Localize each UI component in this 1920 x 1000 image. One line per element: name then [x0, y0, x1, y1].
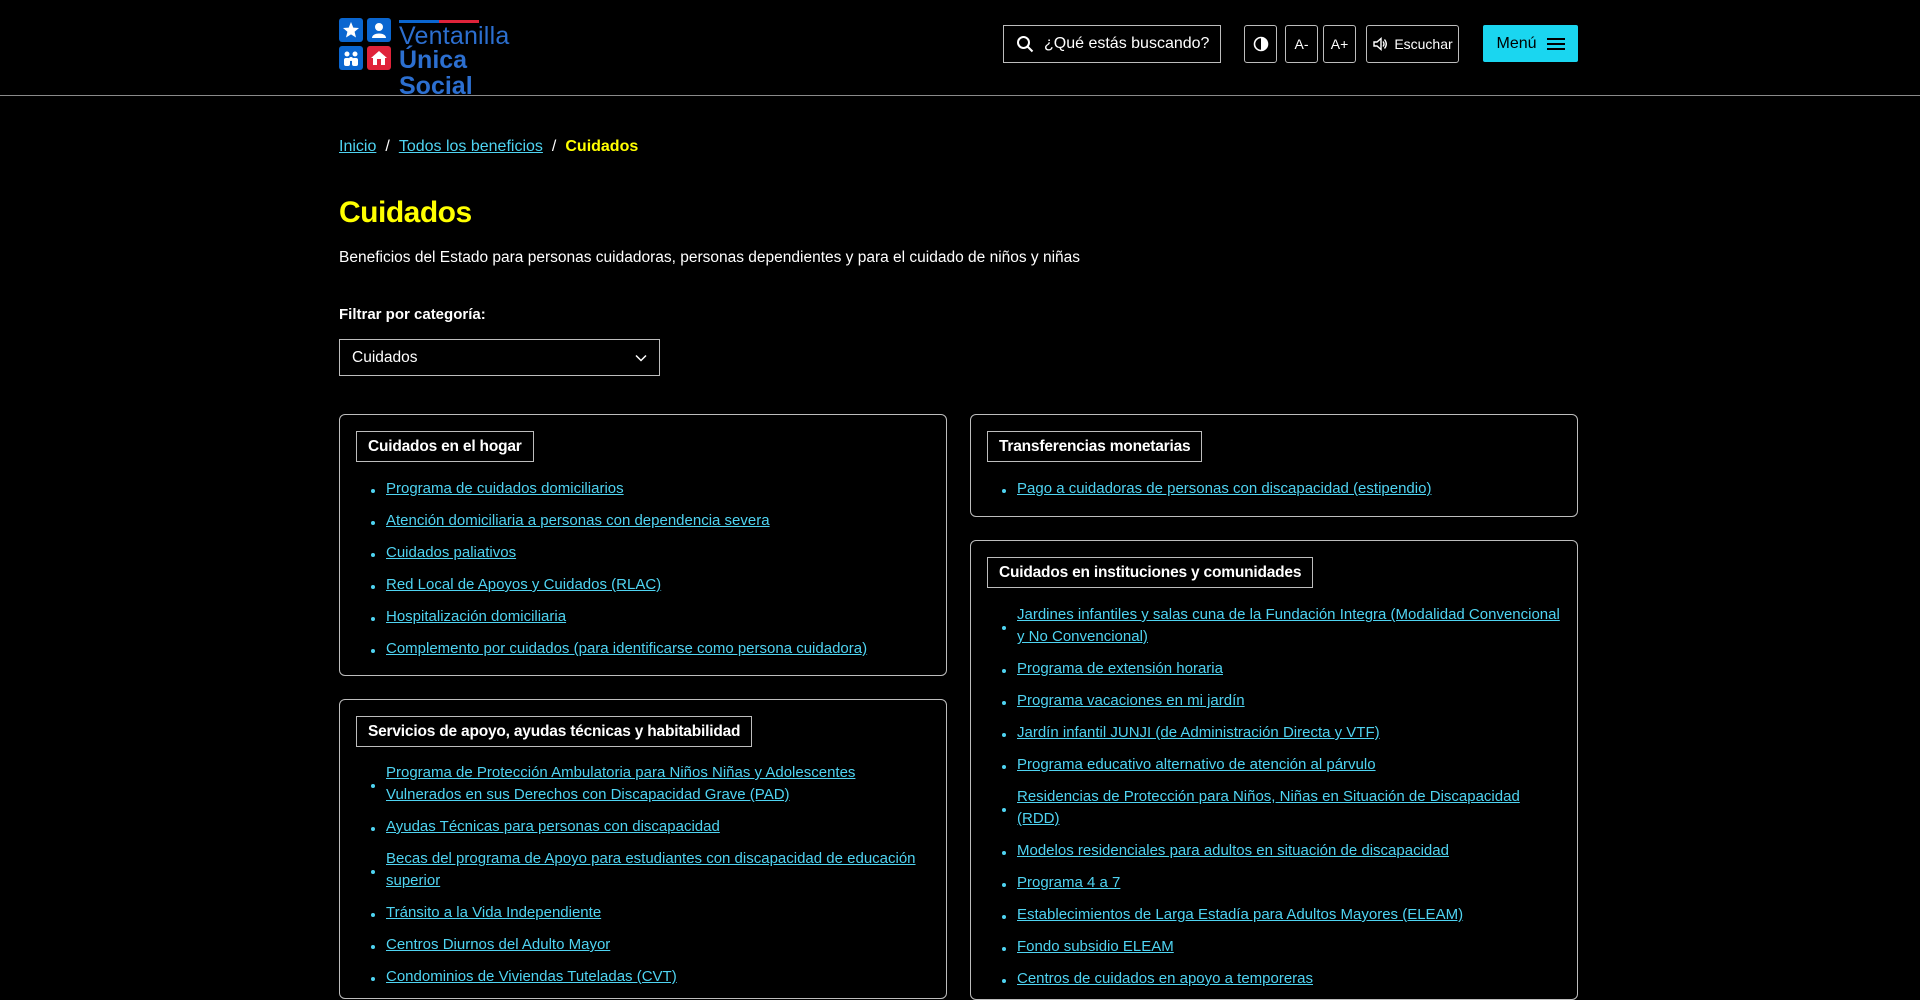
benefit-link[interactable]: Complemento por cuidados (para identific… [371, 638, 932, 660]
benefit-link[interactable]: Centros de cuidados en apoyo a temporera… [1002, 968, 1563, 990]
benefit-list: Programa de cuidados domiciliarios Atenc… [371, 478, 932, 670]
site-logo[interactable]: Ventanilla Única Social [339, 18, 541, 99]
page-title: Cuidados [339, 196, 472, 229]
benefit-link[interactable]: Condominios de Viviendas Tuteladas (CVT) [371, 966, 932, 988]
card-title: Cuidados en instituciones y comunidades [987, 557, 1314, 588]
font-increase-button[interactable]: A+ [1323, 25, 1356, 63]
benefit-list: Programa de Protección Ambulatoria para … [371, 762, 932, 998]
benefit-link[interactable]: Centros Diurnos del Adulto Mayor [371, 934, 932, 956]
benefit-link[interactable]: Red Local de Apoyos y Cuidados (RLAC) [371, 574, 932, 596]
breadcrumb-home-link[interactable]: Inicio [339, 138, 376, 156]
benefit-link[interactable]: Programa 4 a 7 [1002, 872, 1563, 894]
benefit-link[interactable]: Establecimientos de Larga Estadía para A… [1002, 904, 1563, 926]
breadcrumb-current: Cuidados [565, 138, 639, 155]
benefit-list: Pago a cuidadoras de personas con discap… [1002, 478, 1563, 510]
star-icon [339, 18, 363, 42]
page-description: Beneficios del Estado para personas cuid… [339, 249, 1081, 266]
chevron-down-icon [635, 354, 647, 362]
benefit-link[interactable]: Ayudas Técnicas para personas con discap… [371, 816, 932, 838]
card-transferencias-monetarias: Transferencias monetarias Pago a cuidado… [970, 414, 1578, 517]
benefit-link[interactable]: Becas del programa de Apoyo para estudia… [371, 848, 932, 892]
benefit-link[interactable]: Modelos residenciales para adultos en si… [1002, 840, 1563, 862]
benefit-link[interactable]: Jardín infantil JUNJI (de Administración… [1002, 722, 1563, 744]
card-title: Cuidados en el hogar [356, 431, 534, 462]
menu-label: Menú [1496, 34, 1537, 52]
listen-label: Escuchar [1394, 36, 1453, 52]
benefit-link[interactable]: Fondo subsidio ELEAM [1002, 936, 1563, 958]
site-header: Ventanilla Única Social A- A+ Escuchar M… [0, 0, 1920, 99]
filter-label: Filtrar por categoría: [339, 306, 486, 323]
breadcrumb-separator: / [385, 138, 390, 155]
card-title: Servicios de apoyo, ayudas técnicas y ha… [356, 716, 753, 747]
benefit-link[interactable]: Pago a cuidadoras de personas con discap… [1002, 478, 1563, 500]
search-input[interactable] [1044, 35, 1214, 53]
benefit-link[interactable]: Tránsito a la Vida Independiente [371, 902, 932, 924]
benefit-link[interactable]: Programa de cuidados domiciliarios [371, 478, 932, 500]
search-icon [1017, 36, 1034, 53]
contrast-icon [1253, 36, 1268, 52]
benefit-link[interactable]: Programa educativo alternativo de atenci… [1002, 754, 1563, 776]
card-cuidados-hogar: Cuidados en el hogar Programa de cuidado… [339, 414, 947, 676]
benefit-link[interactable]: Jardines infantiles y salas cuna de la F… [1002, 604, 1563, 648]
benefit-link[interactable]: Programa de extensión horaria [1002, 658, 1563, 680]
contrast-button[interactable] [1244, 25, 1277, 63]
search-box[interactable] [1003, 25, 1221, 63]
speaker-icon [1373, 36, 1388, 52]
benefit-link[interactable]: Programa de Protección Ambulatoria para … [371, 762, 932, 806]
category-filter-value: Cuidados [352, 348, 418, 366]
benefit-link[interactable]: Residencias de Protección para Niños, Ni… [1002, 786, 1563, 830]
person-icon [367, 18, 391, 42]
font-decrease-button[interactable]: A- [1285, 25, 1318, 63]
listen-button[interactable]: Escuchar [1366, 25, 1459, 63]
card-servicios-apoyo: Servicios de apoyo, ayudas técnicas y ha… [339, 699, 947, 999]
breadcrumb: Inicio / Todos los beneficios / Cuidados [339, 138, 638, 156]
benefit-list: Jardines infantiles y salas cuna de la F… [1002, 604, 1563, 1000]
hamburger-icon [1546, 37, 1565, 50]
benefit-link[interactable]: Cuidados paliativos [371, 542, 932, 564]
card-title: Transferencias monetarias [987, 431, 1203, 462]
benefit-link[interactable]: Programa vacaciones en mi jardín [1002, 690, 1563, 712]
benefit-link[interactable]: Hospitalización domiciliaria [371, 606, 932, 628]
logo-tiles [339, 18, 393, 72]
home-icon [367, 46, 391, 70]
breadcrumb-all-benefits-link[interactable]: Todos los beneficios [399, 138, 543, 156]
benefit-link[interactable]: Atención domiciliaria a personas con dep… [371, 510, 932, 532]
logo-text-line2: Única Social [399, 46, 473, 100]
category-filter-select[interactable]: Cuidados [339, 339, 660, 376]
family-icon [339, 46, 363, 70]
menu-button[interactable]: Menú [1483, 25, 1578, 62]
breadcrumb-separator: / [551, 138, 557, 155]
card-cuidados-instituciones: Cuidados en instituciones y comunidades … [970, 540, 1578, 1000]
